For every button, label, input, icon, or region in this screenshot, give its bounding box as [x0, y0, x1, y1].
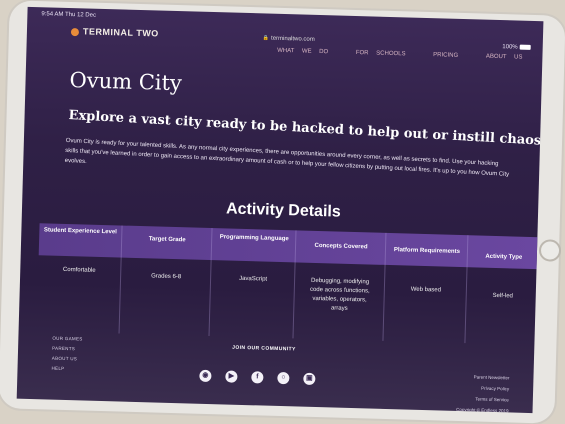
- lock-icon: 🔒: [262, 35, 270, 42]
- column-target-grade: Target Grade Grades 6-8: [118, 225, 213, 337]
- column-value: JavaScript: [239, 275, 268, 283]
- tablet-screen: 9:54 AM Thu 12 Dec 🔒 terminaltwo.com 100%…: [16, 6, 544, 414]
- tablet-device: 9:54 AM Thu 12 Dec 🔒 terminaltwo.com 100%…: [0, 0, 565, 424]
- facebook-icon[interactable]: f: [251, 371, 264, 384]
- column-value: Self-led: [492, 292, 513, 300]
- footer-copyright: Copyright © Endless 2019: [456, 406, 509, 414]
- status-time: 9:54 AM Thu 12 Dec: [41, 11, 97, 19]
- column-header: Concepts Covered: [314, 242, 368, 251]
- column-platform: Platform Requirements Web based: [382, 232, 469, 344]
- home-button[interactable]: [538, 239, 562, 262]
- column-experience: Student Experience Level Comfortable: [37, 223, 122, 333]
- community-heading: JOIN OUR COMMUNITY: [232, 344, 296, 353]
- activity-title: Activity Details: [225, 200, 341, 221]
- page-title: Ovum City: [69, 68, 183, 96]
- address-bar[interactable]: 🔒 terminaltwo.com: [263, 35, 315, 42]
- youtube-icon[interactable]: ▶: [225, 370, 238, 383]
- instagram-icon[interactable]: ○: [277, 371, 290, 385]
- logo-icon: [70, 27, 80, 36]
- footer-link-help[interactable]: HELP: [51, 364, 81, 375]
- column-value: Web based: [410, 286, 442, 294]
- column-language: Programming Language JavaScript: [208, 228, 297, 339]
- nav-about-us[interactable]: ABOUT US: [486, 54, 523, 61]
- footer-links: OUR GAMES PARENTS ABOUT US HELP: [51, 334, 82, 375]
- column-value: Comfortable: [62, 266, 96, 274]
- nav-pricing[interactable]: PRICING: [433, 52, 458, 59]
- column-header: Programming Language: [219, 234, 289, 243]
- battery-icon: [519, 44, 531, 50]
- column-value: Grades 6-8: [151, 273, 182, 281]
- column-concepts: Concepts Covered Debugging, modifying co…: [292, 230, 387, 341]
- site-logo[interactable]: TERMINAL TWO: [70, 26, 159, 39]
- battery-label: 100%: [502, 44, 518, 51]
- address-url: terminaltwo.com: [270, 35, 315, 43]
- nav-what-we-do[interactable]: WHAT WE DO: [277, 48, 328, 55]
- column-value: Debugging, modifying code across functio…: [309, 277, 370, 312]
- site-nav: WHAT WE DO FOR SCHOOLS PRICING ABOUT US: [257, 47, 523, 61]
- column-header: Target Grade: [148, 236, 186, 244]
- column-header: Student Experience Level: [43, 227, 117, 236]
- activity-details: Activity Details Student Experience Leve…: [37, 193, 541, 347]
- twitch-icon[interactable]: ▣: [303, 372, 316, 385]
- social-links: ◉ ▶ f ○ ▣: [199, 364, 329, 386]
- column-header: Activity Type: [485, 253, 523, 261]
- column-activity-type: Activity Type Self-led: [464, 235, 541, 346]
- column-header: Platform Requirements: [393, 247, 461, 255]
- page-description: Ovum City is ready for your talented ski…: [64, 137, 510, 178]
- logo-text: TERMINAL TWO: [82, 26, 159, 39]
- site-footer: OUR GAMES PARENTS ABOUT US HELP JOIN OUR…: [17, 327, 535, 413]
- battery-indicator: 100%: [502, 44, 531, 51]
- discord-icon[interactable]: ◉: [199, 369, 212, 383]
- footer-legal: Parent Newsletter Privacy Policy Terms o…: [456, 371, 510, 413]
- nav-for-schools[interactable]: FOR SCHOOLS: [356, 50, 406, 57]
